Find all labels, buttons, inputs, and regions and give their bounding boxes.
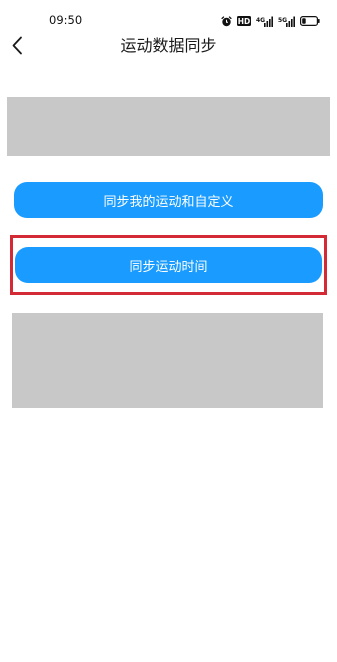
signal-4g-label: 4G bbox=[256, 17, 265, 24]
hd-icon: HD bbox=[237, 16, 251, 26]
sync-exercise-and-custom-button[interactable]: 同步我的运动和自定义 bbox=[14, 182, 323, 218]
hd-label: HD bbox=[238, 17, 251, 26]
sync-exercise-time-button[interactable]: 同步运动时间 bbox=[15, 247, 322, 283]
placeholder-block-top bbox=[7, 97, 330, 156]
status-time: 09:50 bbox=[49, 13, 83, 27]
signal-5g-label: 5G bbox=[278, 17, 287, 24]
placeholder-block-bottom bbox=[12, 313, 323, 408]
status-icons: HD 4G 5G bbox=[221, 14, 320, 28]
status-bar: 09:50 HD 4G 5G bbox=[0, 0, 337, 34]
battery-icon bbox=[300, 16, 320, 26]
header-bar: 运动数据同步 bbox=[0, 34, 337, 62]
signal-4g-icon: 4G bbox=[256, 16, 273, 27]
alarm-icon bbox=[221, 15, 232, 27]
signal-5g-icon: 5G bbox=[278, 16, 295, 27]
page-title: 运动数据同步 bbox=[120, 36, 217, 55]
